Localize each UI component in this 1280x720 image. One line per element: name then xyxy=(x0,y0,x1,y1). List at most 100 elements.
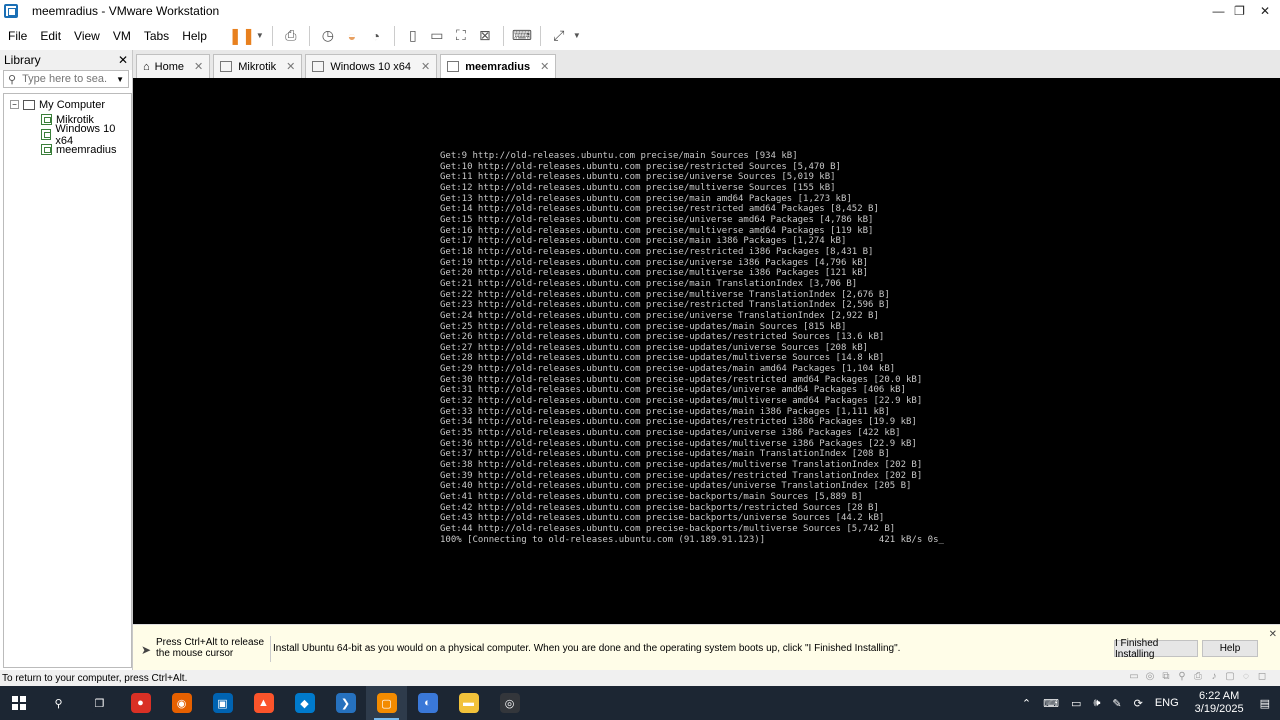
power-dropdown-icon[interactable]: ▼ xyxy=(254,31,266,40)
close-icon[interactable]: ✕ xyxy=(286,60,295,73)
messages-icon[interactable]: ◌ xyxy=(1238,671,1254,685)
network-icon[interactable]: ▭ xyxy=(1071,697,1081,710)
toolbar-separator xyxy=(308,25,310,46)
sync-icon[interactable]: ⟳ xyxy=(1134,697,1143,710)
thumbnail-bar-icon[interactable]: ▭ xyxy=(425,25,449,47)
close-window-button[interactable]: ✕ xyxy=(1250,0,1280,21)
status-bar: To return to your computer, press Ctrl+A… xyxy=(0,670,1280,686)
menu-help[interactable]: Help xyxy=(177,29,212,43)
revert-snapshot-icon[interactable]: ◒ xyxy=(340,25,364,47)
close-icon[interactable]: ✕ xyxy=(540,60,549,73)
tab-mikrotik[interactable]: Mikrotik ✕ xyxy=(213,54,303,78)
terminal-line: Get:19 http://old-releases.ubuntu.com pr… xyxy=(440,257,869,268)
stretch-dropdown-icon[interactable]: ▼ xyxy=(571,31,583,40)
console-view-icon[interactable]: ⌨ xyxy=(510,25,534,47)
terminal-line: Get:44 http://old-releases.ubuntu.com pr… xyxy=(440,523,896,534)
send-ctrl-alt-del-icon[interactable]: ⎙ xyxy=(279,25,303,47)
taskbar-app-ms-store[interactable]: ▣ xyxy=(202,686,243,720)
printer-icon[interactable]: ⎙ xyxy=(1190,671,1206,685)
language-indicator[interactable]: ENG xyxy=(1155,697,1179,709)
vm-icon xyxy=(41,144,52,155)
tab-home[interactable]: ⌂ Home ✕ xyxy=(136,54,211,78)
tab-windows-10[interactable]: Windows 10 x64 ✕ xyxy=(305,54,438,78)
stretch-guest-icon[interactable]: ⤢ xyxy=(547,25,571,47)
close-icon[interactable]: ✕ xyxy=(1269,629,1277,640)
snapshot-manager-icon[interactable]: ◔ xyxy=(364,25,388,47)
close-icon[interactable]: ✕ xyxy=(194,60,203,73)
terminal-line: Get:35 http://old-releases.ubuntu.com pr… xyxy=(440,428,901,439)
tree-item-windows-10[interactable]: Windows 10 x64 xyxy=(4,123,131,147)
terminal-line: Get:16 http://old-releases.ubuntu.com pr… xyxy=(440,225,874,236)
unity-icon[interactable]: ⊠ xyxy=(473,25,497,47)
snapshot-icon[interactable]: ◷ xyxy=(316,25,340,47)
menu-edit[interactable]: Edit xyxy=(35,29,66,43)
tree-item-meemradius[interactable]: meemradius xyxy=(4,142,131,157)
collapse-icon[interactable]: − xyxy=(10,100,19,109)
tab-meemradius[interactable]: meemradius ✕ xyxy=(440,54,557,78)
pause-icon[interactable]: ❚❚ xyxy=(228,25,255,47)
terminal-line: Get:21 http://old-releases.ubuntu.com pr… xyxy=(440,278,858,289)
library-search-input[interactable] xyxy=(22,73,109,85)
chevron-up-icon[interactable]: ⌃ xyxy=(1022,697,1031,710)
help-button[interactable]: Help xyxy=(1202,640,1258,657)
menu-file[interactable]: File xyxy=(3,29,32,43)
firefox-icon: ◉ xyxy=(171,693,192,713)
notification-icon[interactable]: ▤ xyxy=(1260,697,1270,710)
tab-label: meemradius xyxy=(465,60,531,73)
menu-view[interactable]: View xyxy=(69,29,105,43)
taskbar-app-powershell[interactable]: ❯ xyxy=(325,686,366,720)
vm-icon xyxy=(220,61,233,72)
full-screen-icon[interactable]: ⛶ xyxy=(449,25,473,47)
input-method-icon[interactable]: ⌨ xyxy=(1043,697,1059,710)
taskbar-app-firefox[interactable]: ◉ xyxy=(161,686,202,720)
tree-item-my-computer[interactable]: − My Computer xyxy=(4,97,131,112)
chrome-icon: ● xyxy=(130,693,151,713)
tab-label: Windows 10 x64 xyxy=(330,60,412,73)
terminal-line: Get:17 http://old-releases.ubuntu.com pr… xyxy=(440,236,847,247)
terminal-line: Get:38 http://old-releases.ubuntu.com pr… xyxy=(440,460,923,471)
hard-disk-icon[interactable]: ▭ xyxy=(1126,671,1142,685)
taskbar-app-vscode[interactable]: ◆ xyxy=(284,686,325,720)
install-hint-text: Install Ubuntu 64-bit as you would on a … xyxy=(273,643,901,654)
fit-window-icon[interactable]: ◻ xyxy=(1254,671,1270,685)
taskbar-app-file-explorer[interactable]: ▬ xyxy=(448,686,489,720)
vm-console[interactable]: Get:9 http://old-releases.ubuntu.com pre… xyxy=(133,78,1280,624)
maximize-button[interactable]: ❐ xyxy=(1229,0,1250,21)
finished-installing-button[interactable]: I Finished Installing xyxy=(1114,638,1198,660)
search-icon: ⚲ xyxy=(48,693,69,713)
taskbar-app-brave[interactable]: ▲ xyxy=(243,686,284,720)
library-close-button[interactable]: ✕ xyxy=(118,53,128,67)
toolbar-separator xyxy=(271,25,273,46)
terminal-line: Get:25 http://old-releases.ubuntu.com pr… xyxy=(440,321,847,332)
taskbar-app-app-blue[interactable]: ◐ xyxy=(407,686,448,720)
taskbar-app-obs[interactable]: ◎ xyxy=(489,686,530,720)
clock[interactable]: 6:22 AM 3/19/2025 xyxy=(1195,690,1244,716)
show-library-icon[interactable]: ▯ xyxy=(401,25,425,47)
menu-tabs[interactable]: Tabs xyxy=(139,29,174,43)
menu-vm[interactable]: VM xyxy=(108,29,136,43)
minimize-button[interactable]: — xyxy=(1208,0,1229,21)
terminal-line: Get:29 http://old-releases.ubuntu.com pr… xyxy=(440,364,896,375)
sound-card-icon[interactable]: ♪ xyxy=(1206,671,1222,685)
terminal-line: Get:24 http://old-releases.ubuntu.com pr… xyxy=(440,310,879,321)
window-title: meemradius - VMware Workstation xyxy=(32,3,220,18)
chevron-down-icon[interactable]: ▼ xyxy=(116,75,124,84)
vmware-app-icon xyxy=(4,3,18,18)
terminal-line: Get:23 http://old-releases.ubuntu.com pr… xyxy=(440,300,890,311)
display-icon[interactable]: ▢ xyxy=(1222,671,1238,685)
taskbar-app-vmware[interactable]: ▢ xyxy=(366,686,407,720)
network-adapter-icon[interactable]: ⧉ xyxy=(1158,671,1174,685)
cd-dvd-icon[interactable]: ◎ xyxy=(1142,671,1158,685)
tree-label: My Computer xyxy=(39,98,106,111)
taskbar-app-search[interactable]: ⚲ xyxy=(38,686,79,720)
library-header: Library ✕ xyxy=(0,50,132,70)
install-hint-bar: ➤ Press Ctrl+Alt to release the mouse cu… xyxy=(133,624,1280,670)
start-button[interactable] xyxy=(0,686,38,720)
usb-icon[interactable]: ⚲ xyxy=(1174,671,1190,685)
volume-icon[interactable]: 🕪 xyxy=(1093,697,1100,710)
taskbar-app-chrome[interactable]: ● xyxy=(120,686,161,720)
task-view-icon: ❐ xyxy=(89,693,110,713)
pen-icon[interactable]: ✎ xyxy=(1112,697,1121,710)
taskbar-app-task-view[interactable]: ❐ xyxy=(79,686,120,720)
close-icon[interactable]: ✕ xyxy=(421,60,430,73)
